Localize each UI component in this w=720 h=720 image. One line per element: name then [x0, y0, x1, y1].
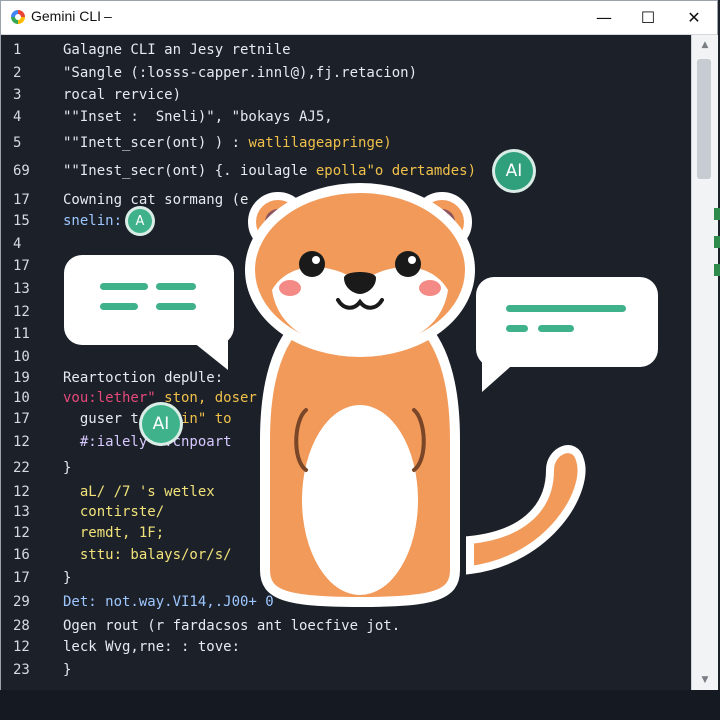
code-text: aL/ /7 's wetlex	[63, 481, 215, 503]
code-text: snelin:	[63, 210, 122, 232]
line-number: 13	[13, 504, 30, 520]
code-main-text: }	[63, 662, 72, 678]
scroll-down-icon[interactable]: ▼	[692, 670, 718, 690]
code-main-text: sttu: balays/or/s/	[63, 547, 232, 563]
line-number: 2	[13, 65, 22, 81]
code-text: Galagne CLI an Jesy retnile	[63, 39, 291, 61]
code-text: }	[63, 457, 71, 479]
line-number: 17	[13, 570, 30, 586]
bubble-line	[156, 283, 196, 290]
code-main-text: }	[63, 570, 72, 586]
line-number: 15	[13, 213, 30, 229]
line-number: 12	[13, 525, 30, 541]
code-main-text: "Sangle (:losss-capper.innl@),fj.retacio…	[63, 65, 418, 81]
code-main-text: Ogen rout (r fardacsos ant loecfive jot.	[63, 618, 401, 634]
line-number: 17	[13, 411, 30, 427]
line-number: 5	[13, 135, 22, 151]
bubble-line	[100, 283, 148, 290]
gutter-marker	[714, 236, 720, 248]
code-text: ""Inset : Sneli)", "bokays AJ5,	[63, 106, 333, 128]
code-text: sttu: balays/or/s/	[63, 544, 232, 566]
code-main-text: remdt, 1F;	[63, 525, 165, 541]
code-main-text: vou:lether"	[63, 390, 156, 406]
line-number: 10	[13, 390, 30, 406]
code-main-text: guser t	[63, 411, 139, 427]
line-number: 10	[13, 349, 30, 365]
bottom-area	[0, 690, 720, 720]
gutter-marker	[714, 264, 720, 276]
line-number: 23	[13, 662, 30, 678]
code-text: ""Inett_scer(ont) ) : watlilageapringe)	[63, 132, 392, 154]
code-main-text: }	[63, 460, 72, 476]
line-number: 16	[13, 547, 30, 563]
line-number: 29	[13, 594, 30, 610]
code-text: Ogen rout (r fardacsos ant loecfive jot.	[63, 615, 400, 637]
title-dash: –	[104, 8, 112, 24]
otter-mascot-icon	[245, 183, 586, 608]
line-number: 1	[13, 42, 22, 58]
code-text: }	[63, 659, 71, 681]
code-line[interactable]: 12 leck Wvg,rne: : tove:	[1, 636, 681, 658]
code-main-text: leck Wvg,rne: : tove:	[63, 639, 241, 655]
code-main-text: aL/ /7 's wetlex	[63, 484, 215, 500]
code-main-text: snelin:	[63, 213, 123, 229]
gutter-marker	[714, 208, 720, 220]
code-main-text: Galagne CLI an Jesy retnile	[63, 42, 291, 58]
a-badge: A	[128, 209, 152, 233]
line-number: 3	[13, 87, 22, 103]
line-number: 12	[13, 639, 30, 655]
code-line[interactable]: 4 ""Inset : Sneli)", "bokays AJ5,	[1, 106, 681, 128]
ai-badge: AI	[495, 152, 533, 190]
code-line[interactable]: 23}	[1, 659, 681, 681]
maximize-button[interactable]: ☐	[625, 1, 671, 34]
title-bar: Gemini CLI – — ☐ ✕	[1, 1, 717, 35]
line-number: 4	[13, 109, 22, 125]
code-main-text: ""Inett_scer(ont) ) :	[63, 135, 241, 151]
code-text: remdt, 1F;	[63, 522, 164, 544]
line-number: 17	[13, 258, 30, 274]
line-number: 12	[13, 434, 30, 450]
code-text: rocal rervice)	[63, 84, 181, 106]
code-line[interactable]: 2 "Sangle (:losss-capper.innl@),fj.retaci…	[1, 62, 681, 84]
vertical-scrollbar[interactable]: ▲ ▼	[691, 35, 718, 690]
code-accent-text: watlilageapringe)	[240, 135, 392, 151]
code-text: Reartoction depUle:	[63, 367, 223, 389]
code-line[interactable]: 1 Galagne CLI an Jesy retnile	[1, 39, 681, 61]
line-number: 17	[13, 192, 30, 208]
scroll-up-icon[interactable]: ▲	[692, 35, 718, 55]
code-line[interactable]: 3 rocal rervice)	[1, 84, 681, 106]
gemini-logo-icon	[11, 10, 25, 24]
code-main-text: contirste/	[63, 504, 165, 520]
line-number: 19	[13, 370, 30, 386]
code-line[interactable]: 28 Ogen rout (r fardacsos ant loecfive jo…	[1, 615, 681, 637]
line-number: 22	[13, 460, 30, 476]
line-number: 4	[13, 236, 22, 252]
code-text: contirste/	[63, 501, 164, 523]
window-title: Gemini CLI	[31, 8, 102, 24]
code-main-text: ""Inset : Sneli)", "bokays AJ5,	[63, 109, 333, 125]
code-text: leck Wvg,rne: : tove:	[63, 636, 240, 658]
code-text: }	[63, 567, 71, 589]
code-text: "Sangle (:losss-capper.innl@),fj.retacio…	[63, 62, 417, 84]
line-number: 28	[13, 618, 30, 634]
left-speech-bubble	[64, 255, 234, 345]
line-number: 69	[13, 163, 30, 179]
line-number: 13	[13, 281, 30, 297]
code-main-text: Reartoction depUle:	[63, 370, 224, 386]
bubble-line	[100, 303, 138, 310]
code-line[interactable]: 5 ""Inett_scer(ont) ) : watlilageapringe)	[1, 132, 681, 154]
minimize-button[interactable]: —	[581, 1, 627, 34]
line-number: 11	[13, 326, 30, 342]
close-button[interactable]: ✕	[671, 1, 717, 34]
line-number: 12	[13, 484, 30, 500]
code-main-text: rocal rervice)	[63, 87, 182, 103]
bubble-line	[156, 303, 196, 310]
ai-badge: AI	[142, 405, 180, 443]
line-number: 12	[13, 304, 30, 320]
scroll-thumb[interactable]	[697, 59, 711, 179]
